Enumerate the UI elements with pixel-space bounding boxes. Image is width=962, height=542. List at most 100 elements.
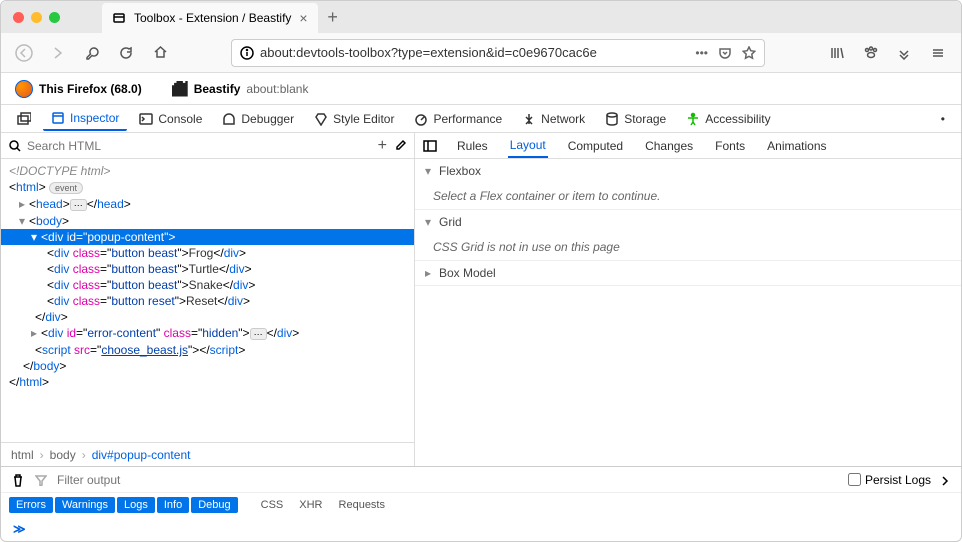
crumb-body[interactable]: body (50, 448, 76, 462)
maximize-window-icon[interactable] (49, 12, 60, 23)
tree-beast-row[interactable]: <div class="button beast">Frog</div> (1, 245, 414, 261)
pocket-icon[interactable] (718, 46, 732, 60)
iframe-picker-button[interactable] (9, 108, 39, 130)
extension-header: This Firefox (68.0) Beastify about:blank (1, 73, 961, 105)
eyedropper-icon[interactable] (393, 139, 406, 152)
tree-html[interactable]: <html> event (1, 179, 414, 196)
url-bar[interactable]: ••• (231, 39, 765, 67)
tree-doctype[interactable]: <!DOCTYPE html> (1, 163, 414, 179)
tab-title: Toolbox - Extension / Beastify (134, 11, 291, 25)
search-row: + (1, 133, 414, 159)
library-icon[interactable] (823, 40, 849, 66)
section-boxmodel: ▸Box Model (415, 261, 961, 286)
markup-panel: + <!DOCTYPE html> <html> event ▸<head>⋯<… (1, 133, 415, 466)
filter-requests[interactable]: Requests (332, 497, 392, 513)
tab-network[interactable]: Network (514, 108, 593, 130)
breadcrumbs[interactable]: html› body› div#popup-content (1, 442, 414, 466)
rtab-layout[interactable]: Layout (508, 134, 548, 158)
more-icon[interactable]: ••• (695, 46, 708, 60)
tree-body-close[interactable]: </body> (1, 358, 414, 374)
flexbox-header[interactable]: ▾Flexbox (415, 159, 961, 183)
flexbox-message: Select a Flex container or item to conti… (415, 183, 961, 209)
filter-icon (35, 474, 47, 486)
tree-head[interactable]: ▸<head>⋯</head> (1, 196, 414, 213)
tree-script[interactable]: <script src="choose_beast.js"></script> (1, 342, 414, 358)
rules-panel: Rules Layout Computed Changes Fonts Anim… (415, 133, 961, 466)
tree-beast-row[interactable]: <div class="button beast">Snake</div> (1, 277, 414, 293)
rtab-animations[interactable]: Animations (765, 135, 828, 157)
trash-icon[interactable] (11, 473, 25, 487)
main-panel: + <!DOCTYPE html> <html> event ▸<head>⋯<… (1, 133, 961, 466)
tree-body[interactable]: ▾<body> (1, 213, 414, 229)
traffic-lights (1, 12, 72, 23)
crumb-current[interactable]: div#popup-content (92, 448, 191, 462)
rtab-changes[interactable]: Changes (643, 135, 695, 157)
firefox-target[interactable]: This Firefox (68.0) (15, 80, 142, 98)
console-prompt[interactable]: ≫ (1, 517, 961, 541)
info-icon[interactable] (240, 46, 254, 60)
tree-beast-row[interactable]: <div class="button reset">Reset</div> (1, 293, 414, 309)
boxmodel-header[interactable]: ▸Box Model (415, 261, 961, 285)
filter-warnings[interactable]: Warnings (55, 497, 115, 513)
filter-logs[interactable]: Logs (117, 497, 155, 513)
persist-logs[interactable]: Persist Logs (848, 473, 931, 487)
window-tabbar: Toolbox - Extension / Beastify × + (1, 1, 961, 33)
filter-debug[interactable]: Debug (191, 497, 237, 513)
forward-button[interactable] (45, 40, 71, 66)
filter-input[interactable] (57, 473, 838, 487)
grid-header[interactable]: ▾Grid (415, 210, 961, 234)
tree-popup-content[interactable]: ▾<div id="popup-content"> (1, 229, 414, 245)
reload-button[interactable] (113, 40, 139, 66)
tree-error-content[interactable]: ▸<div id="error-content" class="hidden">… (1, 325, 414, 342)
extension-target[interactable]: Beastify about:blank (172, 81, 309, 97)
layout-toggle-icon[interactable] (423, 139, 437, 153)
menu-icon[interactable] (925, 40, 951, 66)
firefox-label: This Firefox (68.0) (39, 82, 142, 96)
tab-console[interactable]: Console (131, 108, 210, 130)
rtab-fonts[interactable]: Fonts (713, 135, 747, 157)
close-window-icon[interactable] (13, 12, 24, 23)
tree-beast-row[interactable]: <div class="button beast">Turtle</div> (1, 261, 414, 277)
paw-icon[interactable] (857, 40, 883, 66)
close-tab-icon[interactable]: × (299, 10, 307, 26)
console-panel: Persist Logs Errors Warnings Logs Info D… (1, 466, 961, 541)
add-node-button[interactable]: + (378, 137, 387, 155)
url-input[interactable] (260, 45, 689, 60)
puzzle-icon (172, 81, 188, 97)
right-tabs: Rules Layout Computed Changes Fonts Anim… (415, 133, 961, 159)
dom-tree[interactable]: <!DOCTYPE html> <html> event ▸<head>⋯</h… (1, 159, 414, 442)
grid-message: CSS Grid is not in use on this page (415, 234, 961, 260)
filter-css[interactable]: CSS (254, 497, 291, 513)
browser-tab[interactable]: Toolbox - Extension / Beastify × (102, 3, 318, 33)
new-tab-button[interactable]: + (318, 7, 348, 28)
filter-errors[interactable]: Errors (9, 497, 53, 513)
tab-debugger[interactable]: Debugger (214, 108, 302, 130)
extension-name: Beastify (194, 82, 241, 96)
tab-style-editor[interactable]: Style Editor (306, 108, 402, 130)
tools-button[interactable] (79, 40, 105, 66)
rtab-rules[interactable]: Rules (455, 135, 490, 157)
filter-info[interactable]: Info (157, 497, 189, 513)
section-grid: ▾Grid CSS Grid is not in use on this pag… (415, 210, 961, 261)
extension-url: about:blank (246, 82, 308, 96)
tree-div-close[interactable]: </div> (1, 309, 414, 325)
star-icon[interactable] (742, 46, 756, 60)
minimize-window-icon[interactable] (31, 12, 42, 23)
tree-html-close[interactable]: </html> (1, 374, 414, 390)
crumb-html[interactable]: html (11, 448, 34, 462)
section-flexbox: ▾Flexbox Select a Flex container or item… (415, 159, 961, 210)
tab-performance[interactable]: Performance (406, 108, 510, 130)
tab-inspector[interactable]: Inspector (43, 107, 127, 131)
rtab-computed[interactable]: Computed (566, 135, 625, 157)
devtools-more-icon[interactable]: • (933, 108, 953, 130)
search-input[interactable] (27, 139, 372, 153)
home-button[interactable] (147, 40, 173, 66)
filter-xhr[interactable]: XHR (292, 497, 329, 513)
console-overflow-icon[interactable] (941, 473, 951, 487)
console-toolbar: Persist Logs (1, 467, 961, 493)
back-button[interactable] (11, 40, 37, 66)
tab-storage[interactable]: Storage (597, 108, 674, 130)
devtools-tabs: Inspector Console Debugger Style Editor … (1, 105, 961, 133)
tab-accessibility[interactable]: Accessibility (678, 108, 778, 130)
overflow-icon[interactable] (891, 40, 917, 66)
